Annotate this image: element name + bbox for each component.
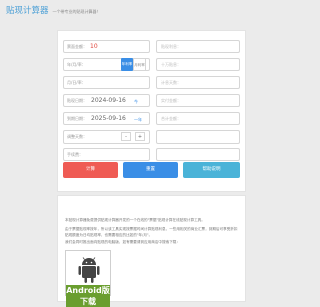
days-result: 计息天数： — [156, 76, 240, 89]
today-chip[interactable]: 今 — [134, 99, 138, 105]
amount-input[interactable]: 票面金额： 10 — [63, 40, 150, 53]
android-download-button[interactable]: Android版下载 — [65, 250, 111, 307]
page-subtitle: 一个带专业的贴现计算器！ — [52, 9, 101, 14]
android-download-label: Android版下载 — [66, 285, 110, 307]
calculator-form: 票面金额： 10 贴现利息： 年/月/率： 年利率 月利率 十万贴息： 月/日/… — [57, 30, 246, 192]
info-paragraph-2: 由于票据贴现率按年，所以该工具实现按票据时间计算贴现利息，一些用相关的商业汇票，… — [65, 227, 238, 237]
interest-result: 贴现利息： — [156, 40, 240, 53]
info-paragraph-3: 我们会同时推出面向贴现的电脑版，如有需要请到应用商店中搜索下载： — [65, 240, 180, 244]
one-year-chip[interactable]: 一年 — [134, 117, 142, 123]
month-rate-button[interactable]: 月利率 — [133, 58, 146, 71]
reset-button[interactable]: 重置 — [123, 162, 178, 178]
plus-button[interactable]: + — [135, 132, 145, 141]
android-icon — [78, 257, 100, 283]
discount-date-input[interactable]: 贴现日期： 2024-09-16 今 — [63, 94, 150, 107]
year-rate-button[interactable]: 年利率 — [121, 58, 133, 71]
info-paragraph-1: 本贴现计算器免费提供贴现计算器开发的一个在线的"票据"贴现计算在线贴现计算工具。 — [65, 218, 205, 222]
page-title: 贴现计算器 一个带专业的贴现计算器！ — [6, 6, 101, 16]
due-date-input[interactable]: 到期日期： 2025-09-16 一年 — [63, 112, 150, 125]
info-panel: 本贴现计算器免费提供贴现计算器开发的一个在线的"票据"贴现计算在线贴现计算工具。… — [57, 195, 246, 307]
per-100k-result: 十万贴息： — [156, 58, 240, 71]
blank-result-1 — [156, 130, 240, 144]
calculate-button[interactable]: 计算 — [63, 162, 118, 178]
actual-result: 实付金额： — [156, 94, 240, 107]
remark-input[interactable]: 手续费： — [63, 148, 150, 161]
minus-button[interactable]: - — [121, 132, 131, 141]
blank-result-2 — [156, 148, 240, 161]
fee-input[interactable]: 月/日/率： — [63, 76, 150, 89]
total-result: 合计金额： — [156, 112, 240, 125]
help-button[interactable]: 帮助说明 — [183, 162, 240, 178]
